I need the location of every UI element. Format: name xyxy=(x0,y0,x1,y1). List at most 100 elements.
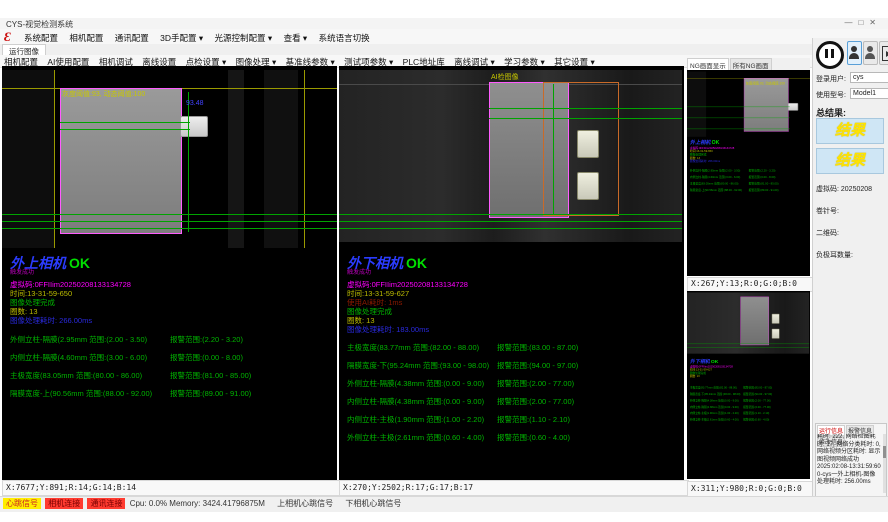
measure-row: 隔膜宽度-上(90.56mm 范围:(88.00 - 92.00)报警范围:(8… xyxy=(687,188,810,195)
virtual-barcode: 虚拟码:0FFIIim20250208133134728 xyxy=(347,280,468,289)
mini-measure-rows: 外侧立柱-隔膜(2.95mm 范围:(2.00 - 3.50)报警范围:(2.2… xyxy=(687,168,810,194)
log-scrollbar[interactable] xyxy=(883,434,886,493)
pause-icon xyxy=(825,49,828,58)
person-icon-body xyxy=(865,53,875,59)
left-camera-panel[interactable]: 灰度阈值:93, 动态阈值:100 93.48 外上相机OK 触发成功 虚拟码:… xyxy=(2,66,337,480)
menu-comm-config[interactable]: 通讯配置 xyxy=(115,33,149,43)
measure-row: 内侧立柱-隔膜(4.60mm 范围:(3.00 - 6.00)报警范围:(0.0… xyxy=(687,175,810,182)
measure-row: 外侧立柱-隔膜(2.95mm 范围:(2.00 - 3.50)报警范围:(2.2… xyxy=(2,334,337,352)
mini-bottom-coordinate-bar: X:311;Y:980;R:0;G:0;B:0 xyxy=(687,481,815,497)
person-icon xyxy=(867,46,873,52)
left-measure-rows: 外侧立柱-隔膜(2.95mm 范围:(2.00 - 3.50)报警范围:(2.2… xyxy=(2,334,337,406)
menu-light-config[interactable]: 光源控制配置 ▾ xyxy=(215,33,273,43)
measure-row: 外侧立柱-主极(2.61mm 范围:(0.60 - 4.00)报警范围:(0.6… xyxy=(339,432,684,450)
ai-image-overlay-text: AI检图像 xyxy=(491,72,519,82)
mini-result-block: 外下相机OK 虚拟码:0FFIIim20250208133134728 时间:1… xyxy=(690,359,733,378)
mini-top-coordinate-bar: X:267;Y:13;R:0;G:0;B:0 xyxy=(687,277,815,292)
qr-field-label: 二维码: xyxy=(816,228,839,238)
mini-bottom-view[interactable]: 外下相机OK 虚拟码:0FFIIim20250208133134728 时间:1… xyxy=(687,291,810,479)
model-label: 使用型号: xyxy=(816,90,846,100)
measure-line xyxy=(489,108,682,109)
process-elapsed: 图像处理耗时: 183.00ms xyxy=(347,325,468,334)
left-result-block: 外上相机OK 触发成功 虚拟码:0FFIIim20250208133134728… xyxy=(10,256,131,325)
menu-language[interactable]: 系统语言切换 xyxy=(319,33,370,43)
info-log-panel: 运行信息报警信息修改信息 耗时: 222, 网络检图耗时: 17, 网络分类耗时… xyxy=(815,423,887,497)
minimize-icon[interactable]: — xyxy=(844,18,858,27)
workpiece-image xyxy=(60,88,182,234)
threshold-overlay-text: 灰度阈值:93, 动态阈值:100 xyxy=(746,81,785,86)
middle-measure-rows: 主极宽度(83.77mm 范围:(82.00 - 88.00)报警范围:(83.… xyxy=(339,342,684,450)
measure-row: 外侧立柱-隔膜(4.38mm 范围:(0.00 - 9.00)报警范围:(2.0… xyxy=(339,378,684,396)
middle-camera-panel[interactable]: AI检图像 外下相机OK 触发成功 虚拟码:0FFIIim20250208133… xyxy=(339,66,684,480)
model-value[interactable]: Model1 xyxy=(850,88,888,99)
log-scrollbar-thumb[interactable] xyxy=(883,446,886,458)
left-coordinate-bar: X:7677;Y:891;R:14;G:14;B:14 xyxy=(2,480,342,496)
app-window: CYS-视觉检测系统 —□✕ Ɛ 系统配置 相机配置 通讯配置 3D手配置 ▾ … xyxy=(0,0,888,522)
mini-result-block: 外上相机OK 虚拟码:0FFIIim20250208133134728 时间:1… xyxy=(690,140,734,163)
tab-feature xyxy=(577,130,599,158)
result-ok: OK xyxy=(406,255,427,271)
camera-name: 外下相机 xyxy=(347,255,403,271)
process-elapsed: 图像处理耗时: 266.00ms xyxy=(10,316,131,325)
comm-connect-badge: 通讯连接 xyxy=(87,498,125,509)
process-elapsed: 图像处理耗时: 266.00ms xyxy=(690,160,734,163)
window-controls: —□✕ xyxy=(844,18,882,27)
mini-top-view[interactable]: 灰度阈值:93, 动态阈值:100 外上相机OK 虚拟码:0FFIIim2025… xyxy=(687,70,810,276)
close-icon[interactable]: ✕ xyxy=(869,18,882,27)
menu-view[interactable]: 查看 ▾ xyxy=(284,33,308,43)
maximize-icon[interactable]: □ xyxy=(858,18,869,27)
status-bar: 心跳信号 相机连接 通讯连接 Cpu: 0.0% Memory: 3424.41… xyxy=(0,496,888,512)
result-box-2: 结果 xyxy=(816,148,884,174)
login-user-label: 登录用户: xyxy=(816,74,846,84)
middle-camera-view: AI检图像 外下相机OK 触发成功 虚拟码:0FFIIim20250208133… xyxy=(339,66,684,480)
measure-line xyxy=(553,84,554,214)
pause-button[interactable] xyxy=(816,41,844,69)
connector-part xyxy=(180,116,208,137)
measure-line xyxy=(60,122,190,123)
menu-3d-config[interactable]: 3D手配置 ▾ xyxy=(160,33,203,43)
menu-bar: Ɛ 系统配置 相机配置 通讯配置 3D手配置 ▾ 光源控制配置 ▾ 查看 ▾ 系… xyxy=(0,29,888,45)
measure-row: 隔膜宽度-上(90.56mm 范围:(88.00 - 92.00)报警范围:(8… xyxy=(2,388,337,406)
left-camera-view: 灰度阈值:93, 动态阈值:100 93.48 外上相机OK 触发成功 虚拟码:… xyxy=(2,66,337,480)
barcode-field-label: 虚拟码: 20250208 xyxy=(816,184,872,194)
run-log-text[interactable]: 耗时: 222, 网络检图耗时: 17, 网络分类耗时: 0, 网络视频分区耗时… xyxy=(817,434,881,493)
admin-mode-button[interactable] xyxy=(863,41,878,65)
measure-line xyxy=(2,228,337,229)
workpiece-image xyxy=(740,297,768,345)
tab-feature xyxy=(772,329,780,339)
threshold-overlay-text: 灰度阈值:93, 动态阈值:100 xyxy=(62,89,145,99)
measure-row: 内侧立柱-隔膜(4.38mm 范围:(0.00 - 9.00)报警范围:(2.0… xyxy=(339,396,684,414)
measure-line xyxy=(2,214,337,215)
loop-count: 圈数: 13 xyxy=(347,316,468,325)
measure-row: 主极宽度(83.05mm 范围:(80.00 - 86.00)报警范围:(81.… xyxy=(2,370,337,388)
camera-name: 外上相机 xyxy=(10,255,66,271)
top-camera-heartbeat-text: 上相机心跳信号 xyxy=(277,499,333,508)
mini-top-scaled: 灰度阈值:93, 动态阈值:100 外上相机OK 虚拟码:0FFIIim2025… xyxy=(687,70,810,222)
login-user-value[interactable]: cys xyxy=(850,72,888,83)
title-bar: CYS-视觉检测系统 —□✕ xyxy=(0,18,888,29)
measure-line xyxy=(339,221,682,222)
user-mode-button[interactable] xyxy=(847,41,862,65)
process-done: 图像处理完成 xyxy=(10,298,131,307)
middle-result-block: 外下相机OK 触发成功 虚拟码:0FFIIim20250208133134728… xyxy=(347,256,468,334)
measure-row: 内侧立柱-主极(1.90mm 范围:(1.00 - 2.20)报警范围:(1.1… xyxy=(339,414,684,432)
logout-button[interactable] xyxy=(879,41,888,65)
cpu-memory-text: Cpu: 0.0% Memory: 3424.41796875M xyxy=(130,499,265,508)
camera-name: 外上相机 xyxy=(690,139,711,145)
measure-line xyxy=(339,228,682,229)
camera-connect-badge: 相机连接 xyxy=(45,498,83,509)
person-icon xyxy=(851,46,857,52)
measure-row: 内侧立柱-隔膜(4.60mm 范围:(3.00 - 6.00)报警范围:(0.0… xyxy=(2,352,337,370)
menu-system-config[interactable]: 系统配置 xyxy=(24,33,58,43)
loop-count: 圈数: 13 xyxy=(690,375,733,378)
result-ok: OK xyxy=(69,255,90,271)
measure-line xyxy=(489,118,682,119)
result-ok: OK xyxy=(711,358,718,364)
measure-row: 隔膜宽度-下(95.24mm 范围:(93.00 - 98.00)报警范围:(9… xyxy=(339,360,684,378)
measure-line xyxy=(2,221,337,222)
menu-camera-config[interactable]: 相机配置 xyxy=(69,33,103,43)
mini-bottom-scaled: 外下相机OK 虚拟码:0FFIIim20250208133134728 时间:1… xyxy=(687,291,810,438)
measure-row: 主极宽度(83.05mm 范围:(80.00 - 86.00)报警范围:(81.… xyxy=(687,182,810,189)
tab-count-label: 负极耳数量: xyxy=(816,250,853,260)
result-ok: OK xyxy=(712,139,720,145)
